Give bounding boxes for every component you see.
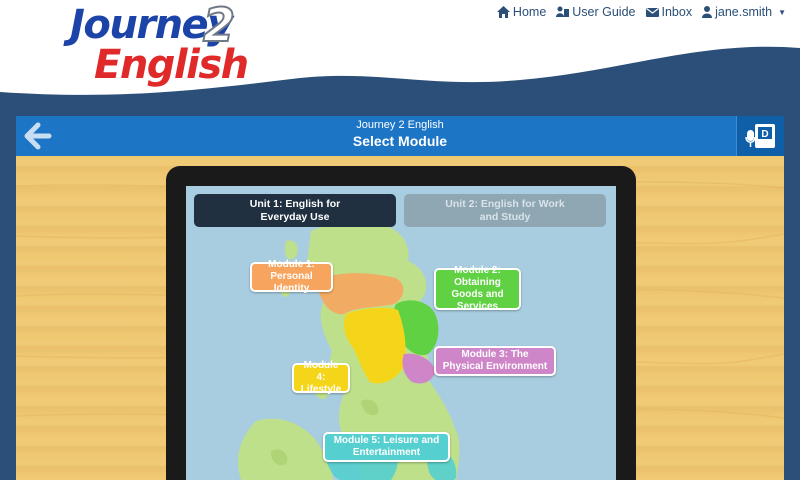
module-2-button[interactable]: Module 2: Obtaining Goods and Services	[434, 265, 521, 312]
nav-home-link[interactable]: Home	[496, 5, 547, 19]
module-4-button[interactable]: Module 4: Lifestyle	[292, 360, 350, 395]
breadcrumb-subtitle: Journey 2 English	[356, 119, 444, 131]
user-guide-icon	[556, 6, 570, 18]
home-icon	[496, 6, 510, 18]
nav-home-label: Home	[512, 5, 547, 19]
logo-word-english: English	[94, 42, 249, 88]
module-1-button[interactable]: Module 1: Personal Identity	[250, 259, 333, 294]
inbox-icon	[645, 7, 659, 18]
tab-unit-2[interactable]: Unit 2: English for Work and Study	[404, 194, 606, 227]
module-5-button[interactable]: Module 5: Leisure and Entertainment	[323, 432, 450, 462]
dictionary-icon: D	[745, 124, 775, 148]
page-title: Select Module	[352, 133, 448, 149]
header: Journey 2 English Home User Guide Inbox	[0, 0, 800, 115]
dictionary-button[interactable]: D	[736, 116, 784, 156]
journey-2-english-logo[interactable]: Journey 2 English	[68, 0, 258, 90]
svg-text:D: D	[761, 129, 768, 140]
map-screen: Unit 1: English for Everyday Use Unit 2:…	[186, 186, 616, 480]
nav-inbox-link[interactable]: Inbox	[645, 5, 693, 19]
nav-user-guide-label: User Guide	[572, 5, 636, 19]
module-3-button[interactable]: Module 3: The Physical Environment	[434, 346, 556, 376]
tab-unit-1[interactable]: Unit 1: English for Everyday Use	[194, 194, 396, 227]
nav-inbox-label: Inbox	[661, 5, 693, 19]
chevron-down-icon: ▼	[778, 7, 786, 17]
user-name: jane.smith	[715, 5, 773, 19]
user-icon	[702, 6, 713, 18]
user-menu-dropdown[interactable]: jane.smith ▼	[702, 5, 786, 19]
title-bar: Journey 2 English Select Module D	[16, 116, 784, 156]
module-selection-area: Unit 1: English for Everyday Use Unit 2:…	[16, 156, 784, 480]
top-navigation: Home User Guide Inbox jane.smith ▼	[496, 5, 786, 19]
tablet-frame: Unit 1: English for Everyday Use Unit 2:…	[166, 166, 636, 480]
nav-user-guide-link[interactable]: User Guide	[556, 5, 636, 19]
